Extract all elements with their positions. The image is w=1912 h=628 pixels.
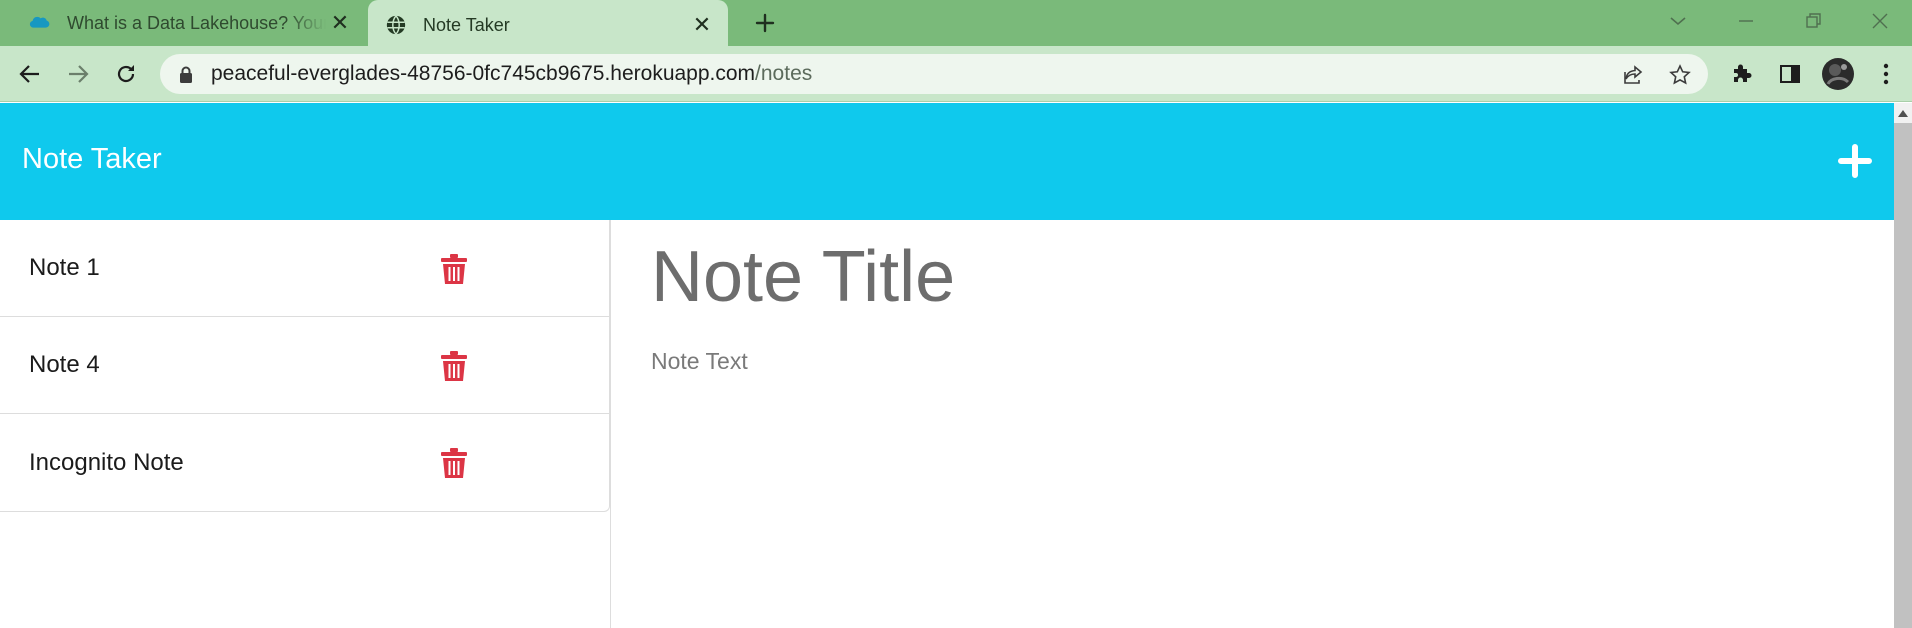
- browser-tab-active[interactable]: Note Taker ✕: [368, 0, 728, 50]
- arrow-left-icon: [19, 65, 39, 83]
- url-path: /notes: [755, 62, 813, 85]
- address-bar[interactable]: peaceful-everglades-48756-0fc745cb9675.h…: [160, 54, 1708, 94]
- plus-icon: [755, 13, 775, 33]
- note-list-item[interactable]: Incognito Note: [0, 414, 609, 511]
- chevron-down-icon: [1670, 17, 1686, 26]
- url-text[interactable]: peaceful-everglades-48756-0fc745cb9675.h…: [211, 62, 812, 86]
- reload-button[interactable]: [108, 56, 144, 92]
- lock-icon[interactable]: [176, 64, 196, 84]
- minimize-button[interactable]: [1726, 4, 1766, 38]
- puzzle-piece-icon: [1734, 64, 1752, 82]
- note-title-label[interactable]: Incognito Note: [29, 449, 184, 477]
- bookmark-star-icon[interactable]: [1665, 60, 1695, 90]
- back-button[interactable]: [12, 56, 48, 92]
- kebab-menu-icon: [1883, 63, 1889, 85]
- trash-icon[interactable]: [440, 351, 468, 381]
- side-panel-button[interactable]: [1772, 56, 1808, 92]
- app-navbar: Note Taker: [0, 103, 1894, 220]
- close-tab-icon[interactable]: ✕: [688, 11, 716, 39]
- browser-menu-button[interactable]: [1868, 56, 1904, 92]
- note-list: Note 1 Note 4 Incognito Note: [0, 220, 610, 512]
- avatar-icon: [1822, 58, 1854, 90]
- note-list-item[interactable]: Note 4: [0, 317, 609, 414]
- new-tab-button[interactable]: [748, 6, 782, 40]
- extensions-button[interactable]: [1724, 56, 1760, 92]
- browser-toolbar: peaceful-everglades-48756-0fc745cb9675.h…: [0, 46, 1912, 102]
- page-viewport: Note Taker Note 1 Note 4 Incognito Note: [0, 103, 1912, 628]
- profile-avatar[interactable]: [1820, 56, 1856, 92]
- note-title-label[interactable]: Note 4: [29, 351, 100, 379]
- vertical-scrollbar[interactable]: [1894, 103, 1912, 628]
- close-tab-icon[interactable]: ✕: [326, 9, 354, 37]
- browser-tab-inactive[interactable]: What is a Data Lakehouse? Your Data Lake…: [12, 0, 366, 46]
- minimize-icon: [1739, 20, 1753, 22]
- scroll-up-button[interactable]: [1894, 103, 1912, 123]
- forward-button[interactable]: [60, 56, 96, 92]
- note-editor: Note Title Note Text: [651, 220, 1851, 628]
- trash-icon[interactable]: [440, 448, 468, 478]
- url-host: peaceful-everglades-48756-0fc745cb9675.h…: [211, 62, 756, 85]
- share-icon[interactable]: [1618, 60, 1648, 90]
- tab-search-button[interactable]: [1658, 4, 1698, 38]
- plus-icon: [1838, 144, 1872, 178]
- browser-tabstrip: What is a Data Lakehouse? Your Data Lake…: [0, 0, 1912, 50]
- close-icon: [1872, 13, 1888, 29]
- tab-title: Note Taker: [423, 14, 510, 35]
- trash-icon[interactable]: [440, 254, 468, 284]
- note-text-area[interactable]: Note Text: [651, 348, 1801, 375]
- note-list-item[interactable]: Note 1: [0, 220, 609, 317]
- arrow-right-icon: [69, 65, 89, 83]
- restore-button[interactable]: [1794, 4, 1834, 38]
- reload-icon: [117, 65, 135, 83]
- column-divider: [610, 220, 611, 628]
- globe-icon: [386, 15, 406, 35]
- triangle-up-icon: [1898, 109, 1908, 117]
- restore-icon: [1806, 13, 1821, 28]
- app-brand[interactable]: Note Taker: [22, 143, 162, 176]
- tab-title: What is a Data Lakehouse? Your Data Lake…: [67, 12, 326, 33]
- note-title-label[interactable]: Note 1: [29, 254, 100, 282]
- close-window-button[interactable]: [1860, 4, 1900, 38]
- salesforce-cloud-icon: [29, 16, 50, 28]
- note-title-input[interactable]: Note Title: [651, 239, 1801, 316]
- new-note-button[interactable]: [1836, 142, 1874, 180]
- side-panel-icon: [1780, 65, 1800, 83]
